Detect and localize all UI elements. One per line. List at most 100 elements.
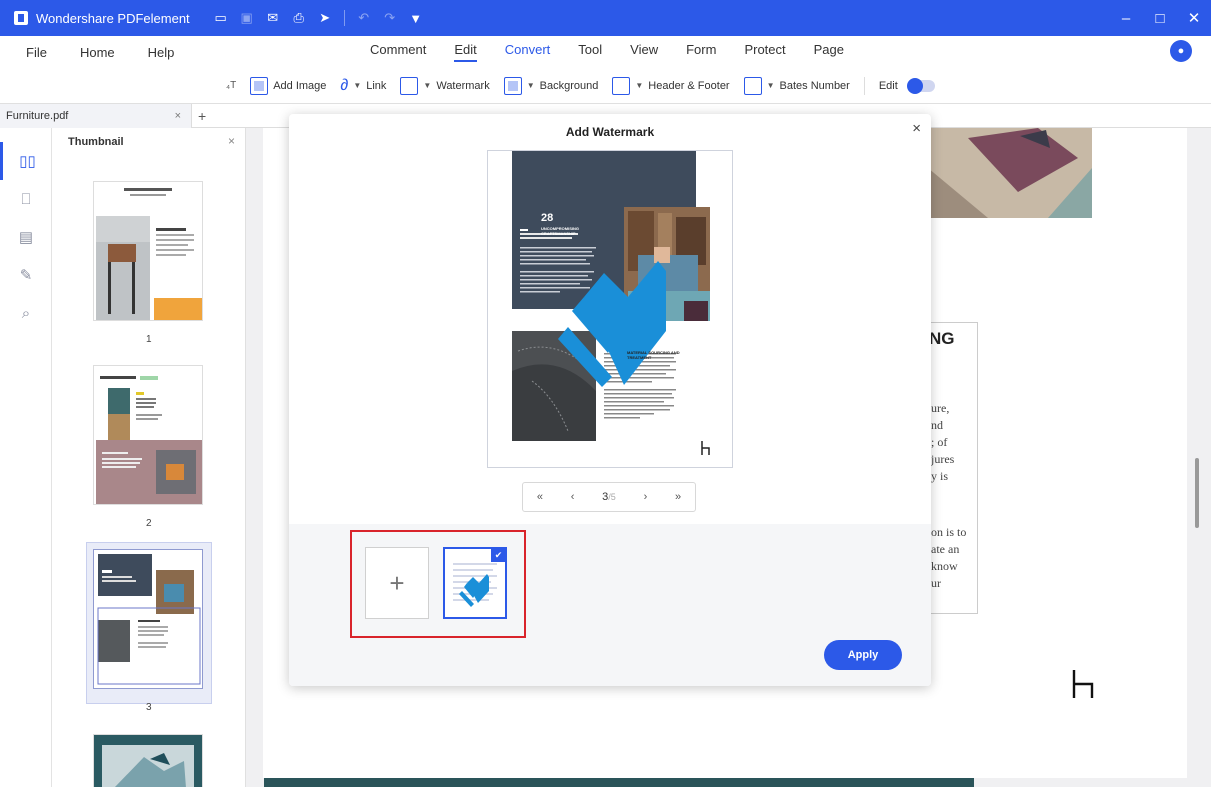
background-icon [503,76,522,95]
vertical-scrollbar[interactable] [1195,458,1199,528]
page-number-label: 3 [146,702,152,713]
page-indicator[interactable]: 3/5 [602,491,616,503]
page-number-label: 1 [146,334,152,345]
maximize-button[interactable]: □ [1143,0,1177,36]
thumbnail-panel-title: Thumbnail [68,136,124,148]
add-image-button[interactable]: Add Image [250,76,326,95]
bates-number-icon [743,76,762,95]
previous-page-button[interactable]: ‹ [571,491,575,503]
add-watermark-dialog: Add Watermark × 28 UNCOMPROMISING CRAFTS… [289,114,931,686]
menu-protect[interactable]: Protect [744,42,785,62]
app-title: Wondershare PDFelement [36,10,190,26]
document-heading-fragment: NG [929,329,955,348]
attachment-icon[interactable]: ✎ [0,256,52,294]
title-bar: Wondershare PDFelement ▭ ▣ ✉ ⎙ ➤ ↶ ↷ ▼ –… [0,0,1211,36]
page-thumbnail-3-image [94,550,202,688]
header-footer-icon [612,76,631,95]
mail-icon[interactable]: ✉ [260,5,286,31]
redo-icon[interactable]: ↷ [377,5,403,31]
chevron-down-icon: ▼ [635,81,644,90]
page-thumbnail-3[interactable] [93,549,203,689]
edit-toggle[interactable] [906,77,935,94]
menu-edit[interactable]: Edit [454,42,477,62]
next-page-button[interactable]: › [644,491,648,503]
edit-toggle-group: Edit [878,77,935,94]
page-thumbnail-1-image [94,182,202,320]
watermark-preview-page [487,150,733,468]
tab-furniture[interactable]: Furniture.pdf × [0,103,192,128]
add-tab-button[interactable]: + [198,108,206,124]
edit-text-icon[interactable]: ₄T [226,80,236,91]
user-avatar-icon[interactable]: ● [1170,40,1192,62]
divider [343,10,345,26]
link-button[interactable]: ∂ ▼ Link [340,77,386,95]
watermark-button[interactable]: ▼ Watermark [400,76,490,95]
total-pages-label: /5 [608,492,616,502]
chevron-down-icon: ▼ [766,81,775,90]
folder-icon[interactable]: ▭ [208,5,234,31]
document-text-line: ate an [931,542,960,556]
page-thumbnail-2[interactable] [93,365,203,505]
thumbnail-panel: Thumbnail × 1 2 3 [52,128,246,787]
header-footer-label: Header & Footer [648,79,730,92]
document-text-line: y is [931,469,949,483]
document-text-line: ure, [931,401,950,415]
page-number-label: 2 [146,518,152,529]
page-thumbnail-4[interactable] [93,734,203,787]
print-icon[interactable]: ⎙ [286,5,312,31]
edit-toolbar: ₄T Add Image ∂ ▼ Link ▼ Watermark ▼ Back… [0,68,1211,104]
background-label: Background [539,79,599,92]
menu-tool[interactable]: Tool [578,42,602,62]
preview-heading: UNCOMPROMISING CRAFTSMANSHIP [541,226,579,236]
last-page-button[interactable]: » [675,491,681,503]
share-icon[interactable]: ➤ [312,5,338,31]
edit-toggle-label: Edit [878,79,898,92]
menu-view[interactable]: View [630,42,658,62]
menu-file[interactable]: File [26,45,47,60]
image-icon [250,76,269,95]
watermark-icon [400,76,419,95]
save-icon[interactable]: ▣ [234,5,260,31]
link-icon: ∂ [340,76,349,94]
page-thumbnail-1[interactable] [93,181,203,321]
chevron-down-icon: ▼ [526,81,535,90]
chevron-down-icon: ▼ [423,81,432,90]
bookmark-icon[interactable]: ⎕ [0,180,52,218]
checkmark-icon: ✔ [491,549,505,562]
document-text-line: jures [931,452,955,466]
minimize-button[interactable]: – [1109,0,1143,36]
first-page-button[interactable]: « [537,491,543,503]
thumbnail-icon[interactable]: ▯▯ [0,142,52,180]
apply-button[interactable]: Apply [824,640,902,670]
header-footer-button[interactable]: ▼ Header & Footer [612,76,730,95]
menu-convert[interactable]: Convert [505,42,551,62]
menu-help[interactable]: Help [148,45,175,60]
close-icon[interactable]: × [228,134,235,148]
background-button[interactable]: ▼ Background [503,76,599,95]
search-icon[interactable]: ⌕ [0,294,52,332]
menu-comment[interactable]: Comment [370,42,426,62]
watermark-label: Watermark [436,79,490,92]
watermark-template-thumbnail[interactable]: ✔ [443,547,507,619]
add-watermark-template-button[interactable]: + [365,547,429,619]
document-text-line: ; of [931,435,948,449]
preview-page-number: 28 [541,212,554,224]
close-icon[interactable]: × [912,120,921,137]
watermark-templates-highlight: + ✔ [350,530,526,638]
link-label: Link [366,79,387,92]
divider [863,76,865,95]
close-icon[interactable]: × [175,110,181,122]
page-thumbnail-4-image [94,735,202,787]
comment-icon[interactable]: ▤ [0,218,52,256]
document-text-line: ur [931,576,941,590]
document-text-line: nd [931,418,943,432]
menu-form[interactable]: Form [686,42,716,62]
preview-page-image [488,151,732,467]
quick-access-dropdown-icon[interactable]: ▼ [403,5,429,31]
bates-number-label: Bates Number [779,79,850,92]
bates-number-button[interactable]: ▼ Bates Number [743,76,850,95]
close-button[interactable]: ✕ [1177,0,1211,36]
undo-icon[interactable]: ↶ [351,5,377,31]
menu-home[interactable]: Home [80,45,115,60]
menu-page[interactable]: Page [814,42,844,62]
